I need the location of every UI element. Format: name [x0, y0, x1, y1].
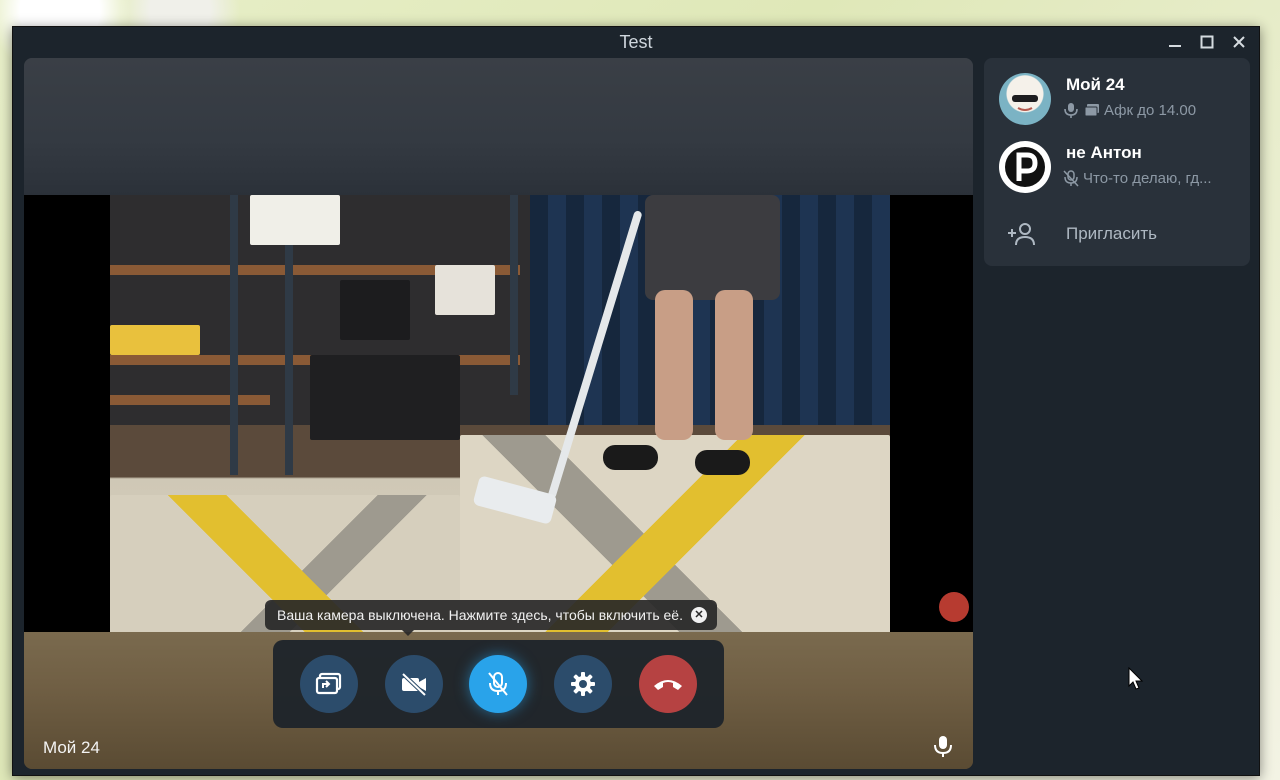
scene-slipper-right: [695, 450, 750, 475]
end-call-button[interactable]: [638, 655, 697, 713]
participant-name: Мой 24: [43, 738, 100, 757]
scene-post-3: [510, 195, 518, 395]
camera-off-tooltip[interactable]: Ваша камера выключена. Нажмите здесь, чт…: [265, 600, 717, 636]
screen-share-button[interactable]: [300, 655, 359, 713]
invite-label: Пригласить: [1066, 224, 1158, 243]
participant-mic-icon: [931, 734, 955, 758]
title-bar: Test: [13, 27, 1259, 57]
settings-button[interactable]: [554, 655, 613, 713]
watermark-logo: [939, 592, 969, 622]
call-controls: [273, 640, 724, 728]
minimize-icon: [1169, 45, 1181, 47]
video-blur-top: [24, 58, 973, 195]
scene-leg-right: [715, 290, 753, 440]
participant-status-text: Что-то делаю, гд...: [1083, 169, 1212, 187]
scene-paper: [250, 195, 340, 245]
camera-tooltip-text: Ваша камера выключена. Нажмите здесь, чт…: [277, 607, 683, 623]
scene-shelf-3: [110, 395, 270, 405]
scene-post-1: [230, 195, 238, 475]
participant-name: не Антон: [1066, 143, 1142, 162]
add-user-icon: [1008, 223, 1035, 246]
participant-status: Что-то делаю, гд...: [1062, 169, 1240, 187]
scene-box-2: [340, 280, 410, 340]
scene-leg-left: [655, 290, 693, 440]
participant-name: Мой 24: [1066, 75, 1125, 94]
scene-toy-car: [110, 325, 200, 355]
screen-share-icon: [316, 672, 342, 695]
call-window: Test Ваша камера выключена. Нажмите здес…: [12, 26, 1260, 776]
avatar: [999, 73, 1051, 125]
mic-off-icon: [1063, 170, 1079, 187]
participants-panel: Мой 24 Афк до 14.00 не Антон Что-то дела…: [984, 58, 1250, 266]
camera-off-icon: [401, 672, 427, 696]
minimize-button[interactable]: [1165, 32, 1185, 52]
window-title: Test: [619, 32, 653, 52]
invite-button[interactable]: Пригласить: [984, 212, 1250, 256]
maximize-button[interactable]: [1197, 32, 1217, 52]
close-icon: [1233, 36, 1245, 48]
tooltip-close-icon[interactable]: ✕: [690, 607, 707, 623]
video-area[interactable]: Ваша камера выключена. Нажмите здесь, чт…: [24, 58, 973, 769]
gear-icon: [571, 672, 596, 696]
video-scene: [110, 195, 890, 632]
avatar: [999, 141, 1051, 193]
scene-box-3: [435, 265, 495, 315]
window-controls: [1165, 27, 1249, 57]
mic-icon: [1064, 103, 1078, 118]
mic-toggle-button[interactable]: [469, 655, 528, 713]
participant-item[interactable]: не Антон Что-то делаю, гд...: [984, 133, 1250, 201]
screen-icon: [1084, 104, 1099, 117]
scene-shorts: [645, 195, 780, 300]
camera-toggle-button[interactable]: [384, 655, 443, 713]
maximize-icon: [1200, 35, 1214, 49]
tooltip-arrow: [402, 630, 414, 636]
scene-slipper-left: [603, 445, 658, 470]
phone-hangup-icon: [653, 680, 682, 690]
scene-black-box: [310, 355, 460, 440]
mic-off-icon: [488, 672, 509, 696]
participant-status: Афк до 14.00: [1062, 101, 1240, 119]
mouse-cursor-icon: [1128, 667, 1144, 690]
participant-status-text: Афк до 14.00: [1104, 101, 1197, 119]
video-stream[interactable]: [24, 195, 973, 632]
close-button[interactable]: [1229, 32, 1249, 52]
participant-item[interactable]: Мой 24 Афк до 14.00: [984, 65, 1250, 133]
